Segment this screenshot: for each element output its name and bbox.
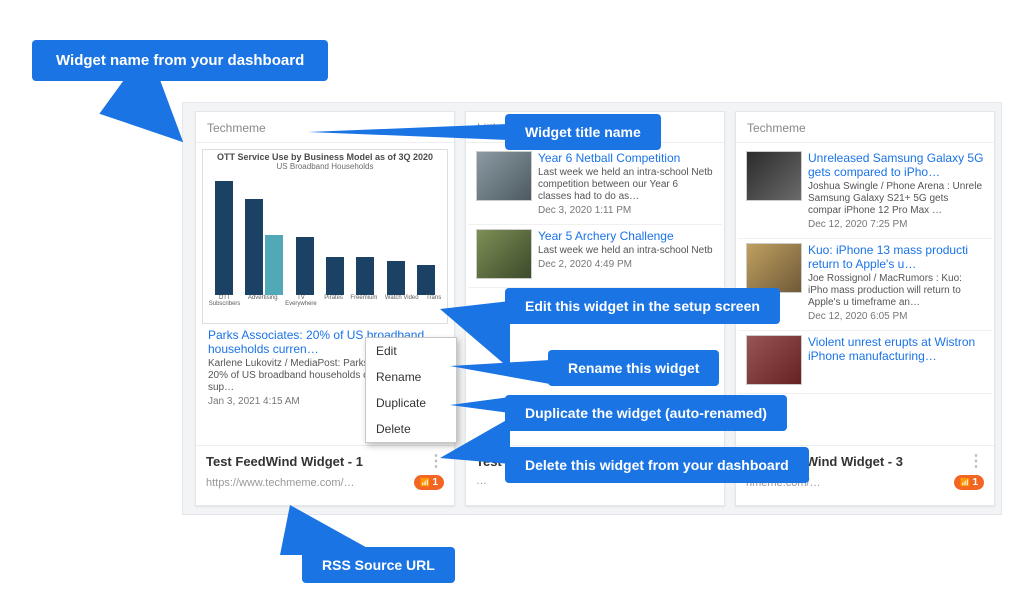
more-icon[interactable]: ⋮ — [968, 457, 984, 467]
callout-widget-title: Widget title name — [505, 114, 661, 150]
item-date: Dec 12, 2020 6:05 PM — [808, 311, 984, 322]
feed-item[interactable]: Violent unrest erupts at Wistron iPhone … — [738, 331, 992, 394]
thumbnail — [476, 229, 532, 279]
chart-title: OTT Service Use by Business Model as of … — [205, 152, 445, 162]
feed-item[interactable]: Year 6 Netball Competition Last week we … — [468, 147, 722, 225]
feed-item[interactable]: Unreleased Samsung Galaxy 5G gets compar… — [738, 147, 992, 239]
chart-xlabels: OTTSubscribersAdvertisingTVEverywherePir… — [205, 295, 445, 307]
thumbnail — [476, 151, 532, 201]
item-date: Dec 3, 2020 1:11 PM — [538, 205, 714, 216]
item-date: Dec 2, 2020 4:49 PM — [538, 259, 714, 270]
callout-widget-title-wedge — [308, 124, 508, 140]
rss-badge[interactable]: 1 — [414, 475, 444, 490]
callout-edit-wedge — [440, 301, 510, 369]
item-title[interactable]: Kuo: iPhone 13 mass producti return to A… — [808, 243, 984, 271]
callout-rss-url: RSS Source URL — [302, 547, 455, 583]
callout-delete-wedge — [440, 418, 510, 464]
thumbnail — [746, 335, 802, 385]
item-title[interactable]: Year 6 Netball Competition — [538, 151, 714, 165]
widget-title-3: Techmeme — [736, 112, 994, 143]
item-date: Dec 12, 2020 7:25 PM — [808, 219, 984, 230]
widget-card-1: Techmeme OTT Service Use by Business Mod… — [195, 111, 455, 506]
chart-bars — [209, 175, 441, 295]
thumbnail — [746, 151, 802, 201]
widget-source-2: … — [476, 475, 487, 487]
callout-duplicate-wedge — [450, 397, 510, 413]
callout-rename: Rename this widget — [548, 350, 719, 386]
callout-rename-wedge — [450, 360, 550, 384]
item-desc: Last week we held an intra-school Netb c… — [538, 167, 714, 203]
thumbnail — [746, 243, 802, 293]
rss-badge[interactable]: 1 — [954, 475, 984, 490]
item-desc: Last week we held an intra-school Netb — [538, 245, 714, 257]
widget-source-1: https://www.techmeme.com/… — [206, 477, 355, 489]
callout-edit: Edit this widget in the setup screen — [505, 288, 780, 324]
feed-item[interactable]: Year 5 Archery Challenge Last week we he… — [468, 225, 722, 288]
chart-subtitle: US Broadband Households — [205, 162, 445, 171]
item-title[interactable]: Unreleased Samsung Galaxy 5G gets compar… — [808, 151, 984, 179]
ctx-duplicate[interactable]: Duplicate — [366, 390, 456, 416]
callout-widget-name: Widget name from your dashboard — [32, 40, 328, 81]
item-desc: Joe Rossignol / MacRumors : Kuo: iPho ma… — [808, 273, 984, 309]
item-title[interactable]: Violent unrest erupts at Wistron iPhone … — [808, 335, 984, 363]
item-title[interactable]: Year 5 Archery Challenge — [538, 229, 714, 243]
item-desc: Joshua Swingle / Phone Arena : Unrele Sa… — [808, 181, 984, 217]
widget-name-1: Test FeedWind Widget - 1 — [206, 454, 363, 469]
widget-footer-1: Test FeedWind Widget - 1 ⋮ https://www.t… — [196, 445, 454, 505]
callout-duplicate: Duplicate the widget (auto-renamed) — [505, 395, 787, 431]
chart-preview: OTT Service Use by Business Model as of … — [202, 149, 448, 324]
callout-delete: Delete this widget from your dashboard — [505, 447, 809, 483]
